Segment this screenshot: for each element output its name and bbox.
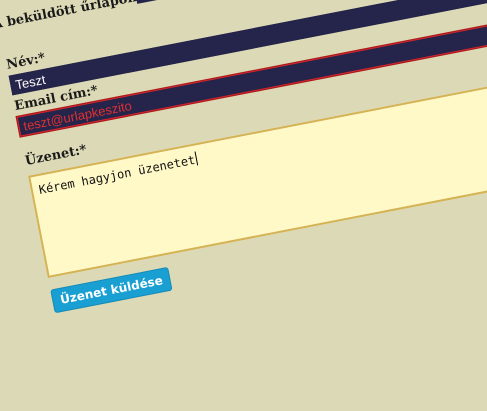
error-message: A beküldött űrlapon hibák vannak bbox=[0, 0, 239, 33]
contact-form: A beküldött űrlapon hibák vannak Név:* T… bbox=[0, 0, 487, 411]
